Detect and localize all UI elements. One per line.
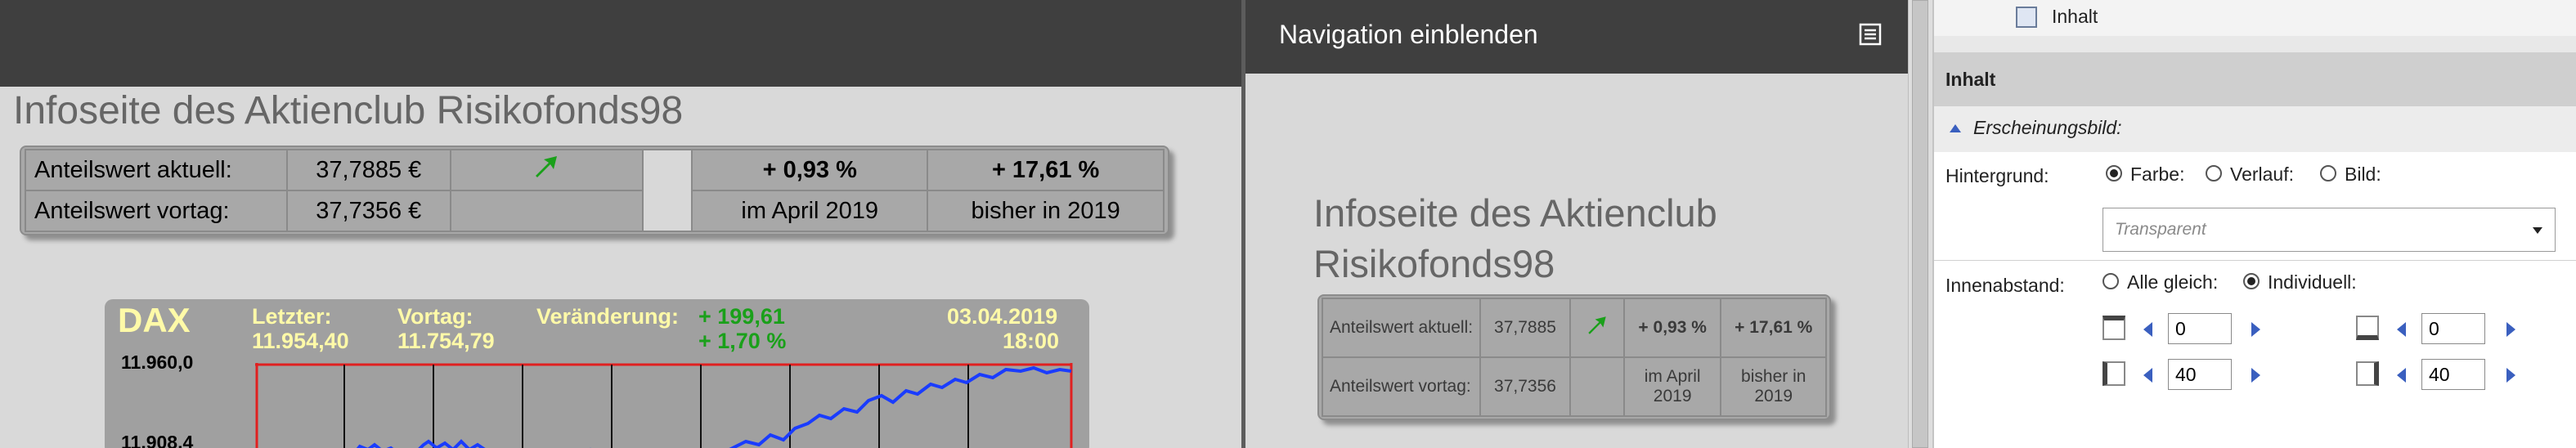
period-month-cell: im April 2019	[691, 190, 929, 232]
padding-right-icon	[2356, 361, 2379, 386]
padding-bottom-decrement[interactable]	[2397, 322, 2406, 337]
chart-time: 18:00	[1003, 329, 1060, 353]
value-cell: 37,7356 €	[285, 190, 451, 232]
bg-bild-radio[interactable]	[2320, 165, 2336, 181]
chart-veraenderung-label: Veränderung:	[536, 304, 680, 329]
padding-top-input[interactable]: 0	[2168, 313, 2232, 344]
bg-farbe-radio[interactable]	[2106, 165, 2122, 181]
table-row: Anteilswert aktuell: 37,7885 + 0,93 % + …	[1321, 298, 1827, 358]
chart-change-pct: + 1,70 %	[698, 329, 787, 353]
menu-icon[interactable]	[1859, 23, 1882, 46]
chart-vortag-label: Vortag:	[397, 304, 473, 329]
chart-vortag-value: 11.754,79	[397, 329, 495, 353]
table-row: Anteilswert vortag: 37,7356 € im April 2…	[25, 190, 1165, 232]
padding-top-icon	[2103, 316, 2125, 340]
chart-letzter-value: 11.954,40	[252, 329, 349, 353]
bg-verlauf-label: Verlauf:	[2230, 164, 2294, 185]
period-month-cell: im April 2019	[1622, 356, 1722, 417]
empty-cell	[449, 190, 644, 232]
hintergrund-label: Hintergrund:	[1945, 165, 2049, 186]
trend-cell	[449, 149, 644, 191]
dax-price-line	[356, 365, 1072, 448]
change-percent-cell: + 0,93 %	[1622, 298, 1722, 358]
y-tick-label: 11.960,0	[121, 352, 194, 373]
change-percent-cell: + 0,93 %	[691, 149, 929, 191]
padding-individual-label: Individuell:	[2268, 271, 2357, 293]
left-top-bar	[0, 0, 1241, 87]
padding-left-input[interactable]: 40	[2168, 359, 2232, 390]
value-cell: 37,7885	[1479, 298, 1571, 358]
chart-gridlines	[343, 365, 969, 448]
middle-preview-pane: Navigation einblenden Infoseite des Akti…	[1245, 0, 1908, 448]
padding-bottom-input[interactable]: 0	[2421, 313, 2485, 344]
table-row: Anteilswert vortag: 37,7356 im April 201…	[1321, 356, 1827, 417]
scrollbar-thumb[interactable]	[1912, 0, 1928, 448]
period-year-cell: bisher in 2019	[927, 190, 1165, 232]
y-tick-label: 11.908,4	[121, 432, 194, 448]
padding-right-decrement[interactable]	[2397, 368, 2406, 383]
dax-chart: DAX Letzter: 11.954,40 Vortag: 11.754,79…	[105, 299, 1089, 448]
section-header	[1934, 52, 2576, 106]
select-value: Transparent	[2115, 220, 2206, 239]
quote-panel: Anteilswert aktuell: 37,7885 + 0,93 % + …	[1317, 294, 1831, 420]
chevron-down-icon	[2533, 227, 2542, 234]
padding-left-decrement[interactable]	[2143, 368, 2152, 383]
padding-left-increment[interactable]	[2251, 368, 2260, 383]
padding-bottom-increment[interactable]	[2506, 322, 2515, 337]
background-color-select[interactable]: Transparent	[2103, 208, 2556, 252]
label-cell: Anteilswert vortag:	[25, 190, 288, 232]
chart-plot-area	[255, 363, 1073, 448]
quote-table: Anteilswert aktuell: 37,7885 + 0,93 % + …	[1321, 298, 1827, 417]
divider	[1934, 36, 2576, 52]
table-row: Anteilswert aktuell: 37,7885 € + 0,93 % …	[25, 149, 1165, 232]
change-year-cell: + 17,61 %	[1720, 298, 1827, 358]
properties-panel: Inhalt Inhalt Erscheinungsbild: Hintergr…	[1932, 0, 2576, 448]
tree-item-label[interactable]: Inhalt	[2052, 6, 2098, 28]
trend-up-arrow-icon	[1588, 316, 1606, 334]
left-preview-pane: Infoseite des Aktienclub Risikofonds98 A…	[0, 0, 1241, 448]
padding-top-increment[interactable]	[2251, 322, 2260, 337]
show-navigation-link[interactable]: Navigation einblenden	[1279, 20, 1538, 50]
spacer-cell	[641, 149, 693, 232]
padding-all-equal-label: Alle gleich:	[2127, 271, 2219, 293]
chart-date: 03.04.2019	[947, 304, 1058, 329]
value-cell: 37,7885 €	[285, 149, 451, 191]
change-year-cell: + 17,61 %	[927, 149, 1165, 191]
padding-right-increment[interactable]	[2506, 368, 2515, 383]
divider	[1934, 260, 2576, 261]
bg-verlauf-radio[interactable]	[2206, 165, 2222, 181]
collapse-caret-icon[interactable]	[1949, 123, 1962, 134]
period-year-cell: bisher in 2019	[1720, 356, 1827, 417]
padding-all-equal-radio[interactable]	[2103, 273, 2119, 289]
page-title: Infoseite des Aktienclub Risikofonds98	[13, 89, 684, 132]
tree-item-icon	[2016, 7, 2037, 28]
empty-cell	[1568, 356, 1625, 417]
padding-top-decrement[interactable]	[2143, 322, 2152, 337]
page-title: Infoseite des Aktienclub Risikofonds98	[1313, 191, 1717, 285]
quote-panel: Anteilswert aktuell: 37,7885 € + 0,93 % …	[20, 146, 1169, 235]
bg-farbe-label: Farbe:	[2130, 164, 2185, 185]
section-header-label: Inhalt	[1945, 69, 1996, 90]
trend-up-arrow-icon	[536, 156, 558, 177]
padding-bottom-icon	[2356, 316, 2379, 340]
chart-change-abs: + 199,61	[698, 304, 785, 329]
subsection-label: Erscheinungsbild:	[1973, 117, 2122, 138]
label-cell: Anteilswert vortag:	[1321, 356, 1482, 417]
padding-individual-radio[interactable]	[2243, 273, 2260, 289]
quote-table: Anteilswert aktuell: 37,7885 € + 0,93 % …	[25, 149, 1165, 232]
chart-letzter-label: Letzter:	[252, 304, 332, 329]
label-cell: Anteilswert aktuell:	[25, 149, 288, 191]
trend-cell	[1568, 298, 1625, 358]
innenabstand-label: Innenabstand:	[1945, 275, 2065, 296]
label-cell: Anteilswert aktuell:	[1321, 298, 1482, 358]
chart-index-name: DAX	[118, 301, 191, 339]
bg-bild-label: Bild:	[2345, 164, 2381, 185]
padding-left-icon	[2103, 361, 2125, 386]
value-cell: 37,7356	[1479, 356, 1571, 417]
padding-right-input[interactable]: 40	[2421, 359, 2485, 390]
